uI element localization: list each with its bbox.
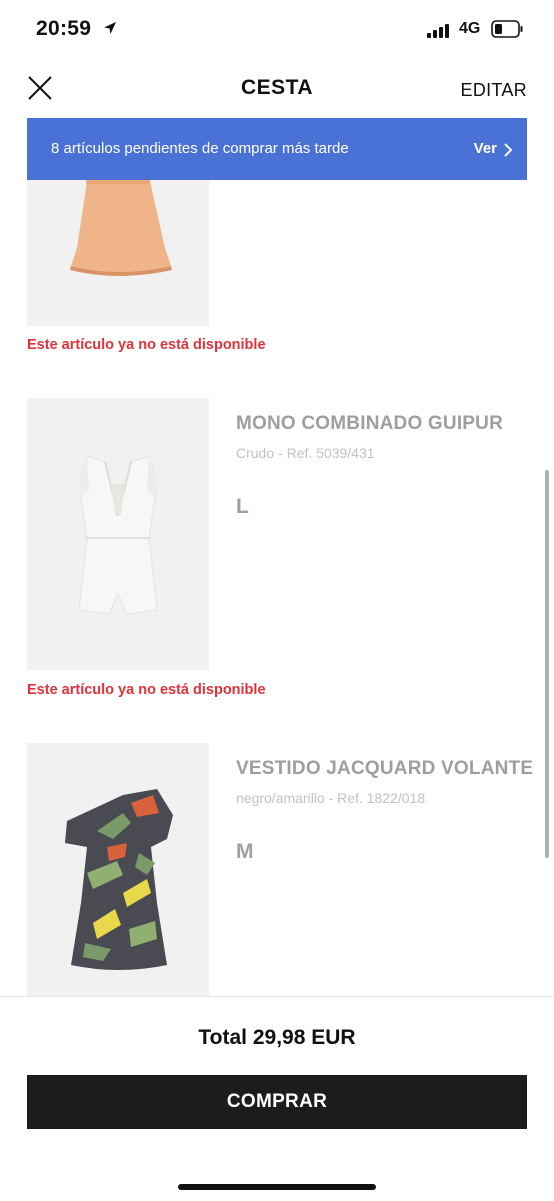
product-name: VESTIDO JACQUARD VOLANTE xyxy=(236,758,534,779)
product-size: L xyxy=(236,495,249,518)
home-indicator[interactable] xyxy=(178,1184,376,1190)
location-arrow-icon xyxy=(104,22,116,34)
buy-button[interactable]: COMPRAR xyxy=(27,1075,527,1129)
chevron-right-icon xyxy=(504,143,513,157)
network-type: 4G xyxy=(459,20,481,37)
cart-list[interactable]: 8 artículos pendientes de comprar más ta… xyxy=(0,118,554,996)
product-size: M xyxy=(236,840,254,863)
product-reference: Crudo - Ref. 5039/431 xyxy=(236,445,375,461)
edit-button[interactable]: EDITAR xyxy=(461,80,527,101)
cart-header: CESTA EDITAR xyxy=(0,60,554,118)
cart-item: VESTIDO JACQUARD VOLANTE negro/amarillo … xyxy=(0,743,554,996)
banner-view-link[interactable]: Ver xyxy=(474,140,497,157)
order-total: Total 29,98 EUR xyxy=(198,1026,356,1049)
battery-icon xyxy=(491,20,523,38)
cellular-signal-icon xyxy=(427,24,449,38)
product-image-tropical-dress[interactable] xyxy=(27,743,209,996)
cart-item: MONO COMBINADO GUIPUR Crudo - Ref. 5039/… xyxy=(0,398,554,698)
product-image-white-jumpsuit[interactable] xyxy=(27,398,209,670)
saved-for-later-banner[interactable]: 8 artículos pendientes de comprar más ta… xyxy=(27,118,527,180)
unavailable-message: Este artículo ya no está disponible xyxy=(27,337,266,353)
unavailable-message: Este artículo ya no está disponible xyxy=(27,682,266,698)
checkout-footer: Total 29,98 EUR COMPRAR xyxy=(0,996,554,1201)
product-name: MONO COMBINADO GUIPUR xyxy=(236,413,504,434)
scrollbar[interactable] xyxy=(545,470,549,858)
banner-text: 8 artículos pendientes de comprar más ta… xyxy=(51,140,349,157)
status-time: 20:59 xyxy=(36,17,92,40)
status-bar: 20:59 4G xyxy=(0,0,554,60)
product-reference: negro/amarillo - Ref. 1822/018 xyxy=(236,790,426,806)
